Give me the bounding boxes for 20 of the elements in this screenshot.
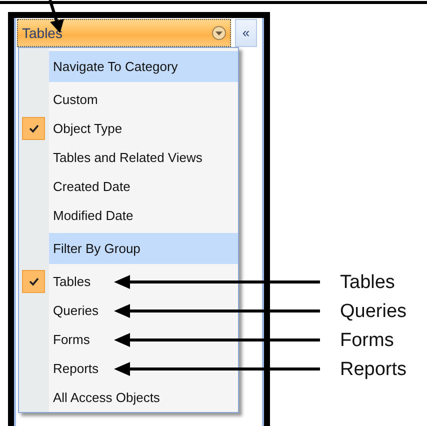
menu-item[interactable]: Queries — [53, 300, 99, 320]
category-header: Navigate To Category — [49, 51, 238, 82]
menu-item[interactable]: Object Type — [53, 118, 122, 138]
menu-item[interactable]: Custom — [53, 90, 98, 110]
callout-label: Queries — [340, 302, 407, 320]
callout-label: Forms — [340, 330, 394, 350]
pane-header[interactable]: Tables — [17, 19, 231, 47]
dropdown-icon[interactable] — [212, 26, 226, 40]
menu-item[interactable]: Created Date — [53, 176, 130, 196]
menu-item[interactable]: Modified Date — [53, 206, 134, 226]
menu-item[interactable]: Forms — [53, 330, 90, 350]
callout-label: Reports — [340, 360, 407, 378]
pane-title: Tables — [22, 24, 64, 42]
menu-item[interactable]: Reports — [53, 358, 99, 378]
callout-label: Tables — [340, 272, 395, 292]
category-header: Filter By Group — [49, 233, 238, 264]
menu-item[interactable]: Tables — [53, 272, 91, 292]
menu-item[interactable]: All Access Objects — [53, 388, 160, 408]
menu-item[interactable]: Tables and Related Views — [53, 148, 202, 168]
collapse-button[interactable]: « — [235, 19, 257, 47]
